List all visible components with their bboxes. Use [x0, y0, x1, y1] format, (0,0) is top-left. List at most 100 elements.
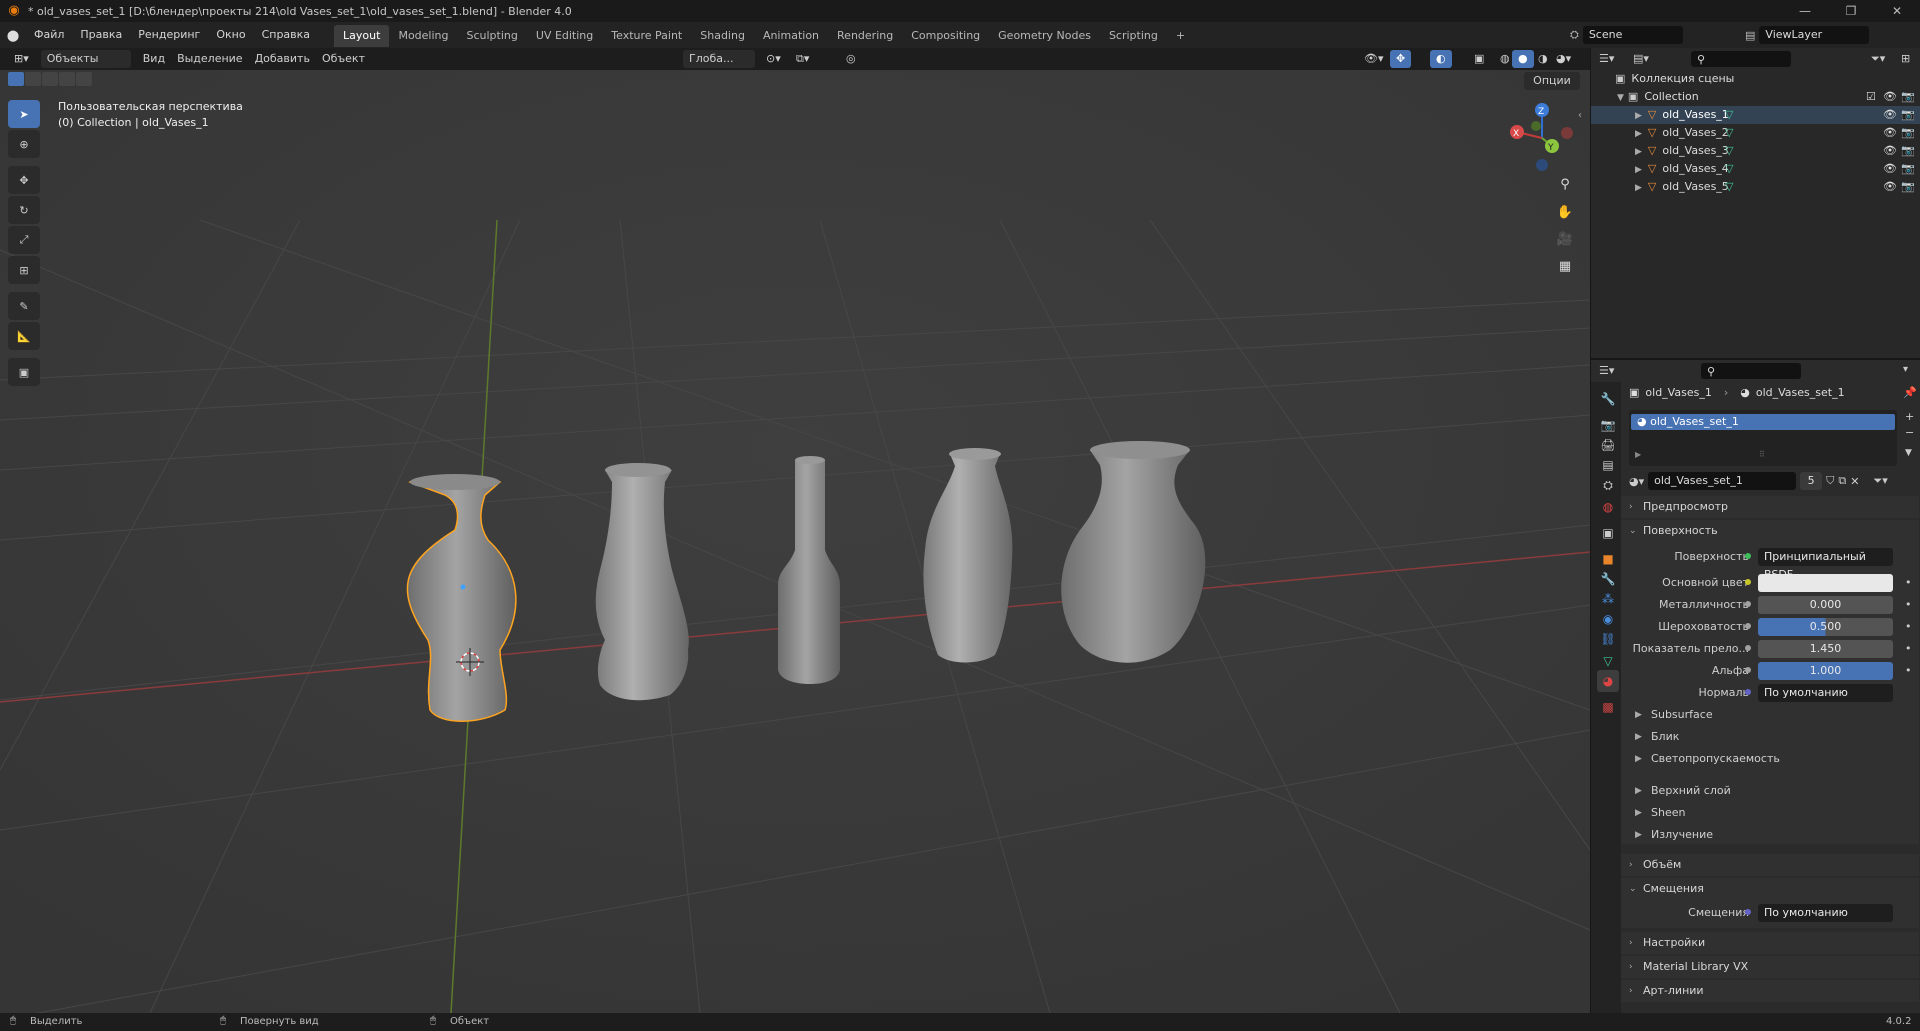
- eye-icon[interactable]: 👁: [1883, 178, 1897, 196]
- keyframe-dot-icon[interactable]: •: [1905, 596, 1912, 614]
- material-name-field[interactable]: old_Vases_set_1: [1648, 472, 1797, 490]
- outliner-object-row[interactable]: ▶ ▽ old_Vases_5 ▽ 👁 📷: [1591, 178, 1920, 196]
- measure-tool-icon[interactable]: 📐: [8, 322, 40, 350]
- workspace-tab-texture-paint[interactable]: Texture Paint: [602, 25, 691, 47]
- blender-menu-icon[interactable]: ⬤: [0, 29, 26, 42]
- select-invert-icon[interactable]: [59, 72, 75, 86]
- value-socket-icon[interactable]: [1745, 667, 1751, 673]
- camera-view-icon[interactable]: 🎥: [1553, 227, 1577, 251]
- workspace-tab-modeling[interactable]: Modeling: [389, 25, 457, 47]
- camera-icon[interactable]: 📷: [1901, 178, 1915, 196]
- coat-subpanel[interactable]: ▶ Верхний слой: [1621, 780, 1919, 802]
- vector-socket-icon[interactable]: [1745, 689, 1751, 695]
- keyframe-dot-icon[interactable]: •: [1905, 662, 1912, 680]
- subsurface-subpanel[interactable]: ▶ Subsurface: [1621, 704, 1919, 726]
- menu-edit[interactable]: Правка: [72, 22, 130, 48]
- duplicate-material-icon[interactable]: ⧉: [1838, 474, 1846, 488]
- output-tab-icon[interactable]: 🖨: [1597, 434, 1619, 456]
- camera-icon[interactable]: 📷: [1901, 124, 1915, 142]
- surface-panel-header[interactable]: ⌄ Поверхность: [1621, 520, 1919, 542]
- menu-object[interactable]: Объект: [316, 50, 371, 68]
- annotate-tool-icon[interactable]: ✎: [8, 292, 40, 320]
- visibility-icon[interactable]: 👁▾: [1358, 50, 1390, 68]
- add-slot-icon[interactable]: +: [1905, 410, 1914, 423]
- rendered-shading-icon[interactable]: ◕▾: [1550, 50, 1577, 68]
- transform-tool-icon[interactable]: ⊞: [8, 256, 40, 284]
- pivot-icon[interactable]: ⊙▾: [760, 50, 787, 68]
- workspace-tab-layout[interactable]: Layout: [334, 25, 390, 47]
- shader-socket-icon[interactable]: [1745, 553, 1751, 559]
- expand-arrow-icon[interactable]: ▶: [1635, 165, 1642, 175]
- keyframe-dot-icon[interactable]: •: [1905, 574, 1912, 592]
- eye-icon[interactable]: 👁: [1883, 124, 1897, 142]
- pin-icon[interactable]: 📌: [1903, 386, 1917, 399]
- scene-collection-row[interactable]: ▣ Коллекция сцены: [1591, 70, 1920, 88]
- render-tab-icon[interactable]: 📷: [1597, 414, 1619, 436]
- overlay-toggle-icon[interactable]: ◐: [1430, 50, 1452, 68]
- material-slot-item[interactable]: ◕ old_Vases_set_1: [1631, 414, 1895, 430]
- displacement-dropdown[interactable]: По умолчанию: [1758, 904, 1893, 922]
- value-socket-icon[interactable]: [1745, 623, 1751, 629]
- camera-icon[interactable]: 📷: [1901, 106, 1915, 124]
- view-layer-field[interactable]: ViewLayer: [1759, 26, 1870, 44]
- texture-tab-icon[interactable]: ▩: [1597, 696, 1619, 718]
- material-browse-icon[interactable]: ◕▾: [1629, 475, 1644, 488]
- add-workspace-button[interactable]: +: [1167, 25, 1194, 47]
- settings-panel[interactable]: › Настройки: [1621, 932, 1919, 954]
- workspace-tab-scripting[interactable]: Scripting: [1100, 25, 1167, 47]
- emission-subpanel[interactable]: ▶ Излучение: [1621, 824, 1919, 846]
- list-resize-handle[interactable]: ⠿: [1759, 450, 1765, 459]
- options-dropdown[interactable]: Опции: [1524, 72, 1580, 90]
- proportional-edit-icon[interactable]: ◎: [840, 50, 862, 68]
- camera-icon[interactable]: 📷: [1901, 142, 1915, 160]
- snap-icon[interactable]: ⧉▾: [790, 50, 815, 68]
- alpha-slider[interactable]: 1.000: [1758, 662, 1893, 680]
- rotate-tool-icon[interactable]: ↻: [8, 196, 40, 224]
- collection-tab-icon[interactable]: ▣: [1597, 522, 1619, 544]
- object-tab-icon[interactable]: ■: [1597, 548, 1619, 570]
- expand-arrow-icon[interactable]: ▶: [1635, 129, 1642, 139]
- pan-hand-icon[interactable]: ✋: [1553, 200, 1577, 224]
- value-socket-icon[interactable]: [1745, 601, 1751, 607]
- view-layer-selector[interactable]: ▤ ViewLayer: [1745, 26, 1870, 44]
- filter-icon[interactable]: ⏷▾: [1871, 52, 1885, 66]
- perspective-toggle-icon[interactable]: ▦: [1553, 254, 1577, 278]
- data-tab-icon[interactable]: ▽: [1597, 650, 1619, 672]
- expand-arrow-icon[interactable]: ▶: [1635, 183, 1642, 193]
- workspace-tab-geometry-nodes[interactable]: Geometry Nodes: [989, 25, 1100, 47]
- keyframe-dot-icon[interactable]: •: [1905, 640, 1912, 658]
- eye-icon[interactable]: 👁: [1883, 160, 1897, 178]
- fake-user-icon[interactable]: ⛉: [1826, 474, 1834, 488]
- 3d-viewport[interactable]: Z X Y Пользовательская перспектива (0) C…: [0, 70, 1590, 1013]
- eye-icon[interactable]: 👁: [1883, 142, 1897, 160]
- color-socket-icon[interactable]: [1745, 579, 1751, 585]
- displacement-panel-header[interactable]: ⌄ Смещения: [1621, 878, 1919, 900]
- cursor-tool-icon[interactable]: ⊕: [8, 130, 40, 158]
- workspace-tab-uv-editing[interactable]: UV Editing: [527, 25, 602, 47]
- vector-socket-icon[interactable]: [1745, 909, 1751, 915]
- zoom-icon[interactable]: ⚲: [1553, 172, 1577, 196]
- move-tool-icon[interactable]: ✥: [8, 166, 40, 194]
- transmission-subpanel[interactable]: ▶ Светопропускаемость: [1621, 748, 1919, 770]
- roughness-slider[interactable]: 0.500: [1758, 618, 1893, 636]
- normal-dropdown[interactable]: По умолчанию: [1758, 684, 1893, 702]
- add-cube-tool-icon[interactable]: ▣: [8, 358, 40, 386]
- workspace-tab-rendering[interactable]: Rendering: [828, 25, 902, 47]
- select-subtract-icon[interactable]: [42, 72, 58, 86]
- scene-field[interactable]: Scene: [1582, 26, 1683, 44]
- menu-add[interactable]: Добавить: [249, 50, 316, 68]
- specular-subpanel[interactable]: ▶ Блик: [1621, 726, 1919, 748]
- menu-select[interactable]: Выделение: [171, 50, 249, 68]
- outliner-object-row[interactable]: ▶ ▽ old_Vases_3 ▽ 👁 📷: [1591, 142, 1920, 160]
- slot-specials-icon[interactable]: ▼: [1905, 448, 1912, 458]
- particles-tab-icon[interactable]: ⁂: [1597, 588, 1619, 610]
- workspace-tab-sculpting[interactable]: Sculpting: [458, 25, 527, 47]
- properties-editor-icon[interactable]: ☰▾: [1599, 364, 1614, 377]
- outliner-object-row[interactable]: ▶ ▽ old_Vases_2 ▽ 👁 📷: [1591, 124, 1920, 142]
- view-layer-tab-icon[interactable]: ▤: [1597, 454, 1619, 476]
- exclude-checkbox-icon[interactable]: ☑: [1866, 88, 1876, 106]
- select-intersect-icon[interactable]: [76, 72, 92, 86]
- transform-orientation-dropdown[interactable]: Глоба...: [683, 50, 755, 68]
- surface-shader-dropdown[interactable]: Принципиальный BSDF: [1758, 548, 1893, 581]
- unlink-material-icon[interactable]: ✕: [1850, 475, 1859, 488]
